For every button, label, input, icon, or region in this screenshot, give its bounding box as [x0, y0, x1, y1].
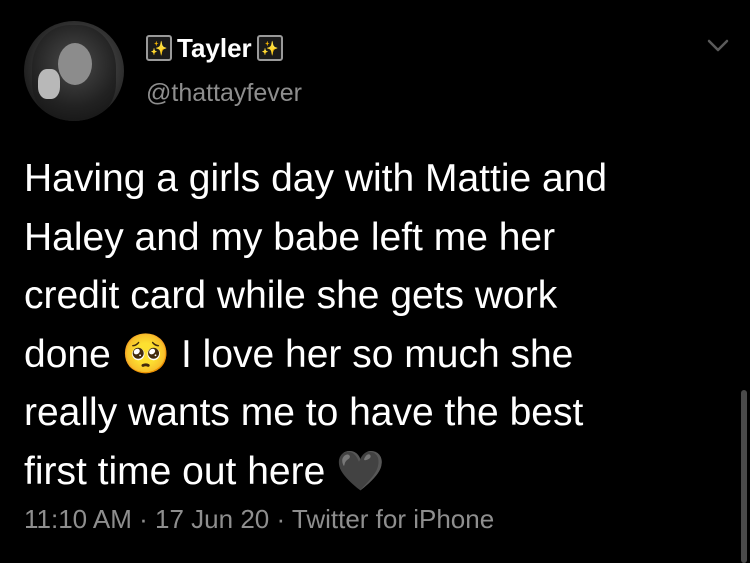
author-handle[interactable]: @thattayfever [146, 81, 302, 106]
sparkles-icon: ✨ [256, 35, 283, 61]
avatar-peace-sign-hand [38, 69, 60, 99]
avatar[interactable] [24, 21, 124, 121]
tweet-text: Having a girls day with Mattie and Haley… [24, 157, 608, 493]
sparkles-icon: ✨ [146, 35, 172, 61]
chevron-down-icon[interactable] [706, 38, 730, 54]
tweet-timestamp-source[interactable]: 11:10 AM · 17 Jun 20 · Twitter for iPhon… [24, 506, 494, 532]
author-name-row[interactable]: ✨ Tayler ✨ [146, 31, 283, 65]
scrollbar[interactable] [741, 390, 747, 563]
tweet: ✨ Tayler ✨ @thattayfever Having a girls … [0, 0, 750, 563]
avatar-face [58, 43, 92, 85]
author-display-name[interactable]: Tayler [177, 35, 252, 61]
